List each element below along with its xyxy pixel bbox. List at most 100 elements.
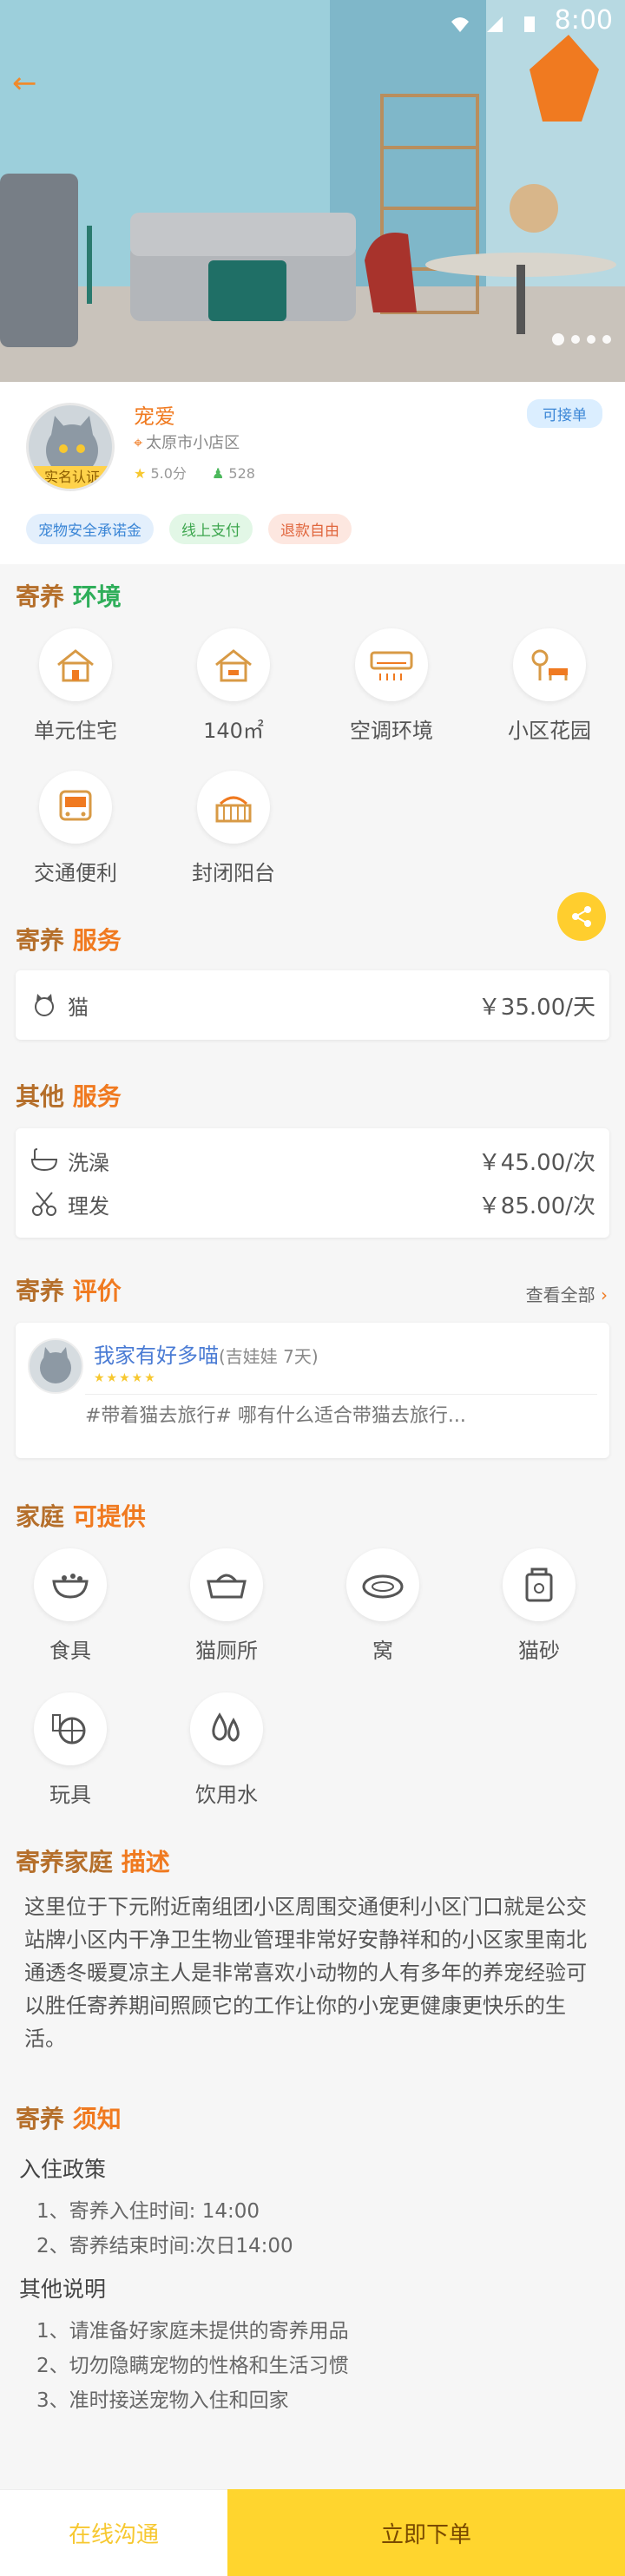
provide-label: 猫厕所 xyxy=(195,1639,258,1663)
water-drop-icon xyxy=(190,1692,263,1765)
status-bar: 8:00 xyxy=(0,0,625,40)
other-note-item: 3、准时接送宠物入住和回家 xyxy=(36,2389,289,2412)
env-item: 交通便利 xyxy=(2,771,149,886)
signal-icon xyxy=(485,10,504,32)
provide-item: 玩具 xyxy=(0,1692,144,1808)
order-now-button[interactable]: 立即下单 xyxy=(227,2489,625,2576)
service-row[interactable]: 理发 ￥85.00/次 xyxy=(16,1182,609,1226)
title-part: 寄养 xyxy=(16,1277,65,1305)
env-item: 140㎡ xyxy=(160,628,307,744)
description-text: 这里位于下元附近南组团小区周围交通便利小区门口就是公交站牌小区内干净卫生物业管理… xyxy=(24,1895,587,2051)
section-title-provide: 家庭 可提供 xyxy=(16,1498,146,1533)
litter-bag-icon xyxy=(503,1548,576,1621)
host-name: 宠爱 xyxy=(134,404,175,429)
policy-title: 入住政策 xyxy=(19,2157,107,2182)
other-notes-title: 其他说明 xyxy=(19,2277,107,2302)
air-conditioner-icon xyxy=(355,628,428,701)
carousel-dot[interactable] xyxy=(552,333,564,345)
carousel-dot[interactable] xyxy=(571,335,580,344)
host-location: ⌖ 太原市小店区 xyxy=(134,430,240,453)
env-label: 封闭阳台 xyxy=(192,861,275,885)
provide-item: 猫砂 xyxy=(465,1548,613,1664)
provide-label: 猫砂 xyxy=(518,1639,560,1663)
section-title-service: 寄养 服务 xyxy=(16,922,122,956)
bathtub-icon xyxy=(30,1147,59,1173)
carousel-dot[interactable] xyxy=(602,335,611,344)
house-icon xyxy=(39,628,112,701)
view-all-label: 查看全部 xyxy=(525,1285,595,1305)
env-item: 空调环境 xyxy=(318,628,465,744)
status-time: 8:00 xyxy=(554,4,613,36)
service-price: ￥45.00/次 xyxy=(477,1149,595,1176)
policy-item: 1、寄养入住时间: 14:00 xyxy=(36,2200,260,2223)
other-note-item: 1、请准备好家庭未提供的寄养用品 xyxy=(36,2320,349,2343)
reviewer-avatar xyxy=(28,1338,83,1394)
provide-item: 食具 xyxy=(0,1548,144,1664)
balcony-icon xyxy=(197,771,270,844)
hero-image xyxy=(0,0,625,382)
back-arrow-icon[interactable]: ← xyxy=(12,66,37,101)
env-label: 交通便利 xyxy=(34,861,117,885)
review-stars: ★★★★★ xyxy=(94,1371,157,1385)
scissors-icon xyxy=(30,1191,59,1217)
policy-item: 2、寄养结束时间:次日14:00 xyxy=(36,2235,293,2257)
env-label: 单元住宅 xyxy=(34,719,117,743)
service-row[interactable]: 洗澡 ￥45.00/次 xyxy=(16,1139,609,1182)
section-title-description: 寄养家庭 描述 xyxy=(16,1843,170,1878)
title-part: 寄养 xyxy=(16,2105,65,2133)
hero-banner[interactable] xyxy=(0,0,625,382)
review-text: #带着猫去旅行# 哪有什么适合带猫去旅行... xyxy=(85,1394,597,1428)
service-price: ￥85.00/次 xyxy=(477,1193,595,1219)
carousel-indicator[interactable] xyxy=(552,333,611,345)
chevron-right-icon: › xyxy=(601,1285,608,1305)
pet-bed-icon xyxy=(346,1548,419,1621)
garden-icon xyxy=(513,628,586,701)
service-name: 洗澡 xyxy=(68,1150,109,1175)
title-highlight: 服务 xyxy=(72,1082,122,1111)
env-label: 140㎡ xyxy=(203,719,264,743)
title-highlight: 服务 xyxy=(72,926,122,955)
online-chat-button[interactable]: 在线沟通 xyxy=(0,2489,227,2576)
host-stats: ★ 5.0分 ♟ 528 xyxy=(134,462,255,483)
carousel-dot[interactable] xyxy=(587,335,595,344)
service-row[interactable]: 猫 ￥35.00/天 xyxy=(16,983,609,1027)
title-highlight: 环境 xyxy=(72,582,122,611)
person-icon: ♟ xyxy=(211,465,225,482)
bus-icon xyxy=(39,771,112,844)
tag-online-pay: 线上支付 xyxy=(169,514,253,544)
env-label: 小区花园 xyxy=(508,719,591,743)
env-item: 小区花园 xyxy=(476,628,623,744)
cat-avatar-icon xyxy=(40,1347,71,1383)
reviewer-nickname: 我家有好多喵 xyxy=(94,1344,219,1368)
title-highlight: 可提供 xyxy=(72,1502,146,1531)
battery-icon xyxy=(520,10,539,32)
service-name: 理发 xyxy=(68,1193,109,1219)
section-title-environment: 寄养 环境 xyxy=(16,578,122,613)
location-text: 太原市小店区 xyxy=(146,434,240,452)
host-profile-card: 实名认证 宠爱 ⌖ 太原市小店区 ★ 5.0分 ♟ 528 可接单 宠物安全承诺金… xyxy=(0,382,625,564)
service-name: 猫 xyxy=(68,995,89,1020)
section-title-reviews: 寄养 评价 xyxy=(16,1272,122,1307)
rating-value: 5.0分 xyxy=(150,465,187,482)
service-price: ￥35.00/天 xyxy=(477,994,595,1021)
wifi-icon xyxy=(451,10,470,32)
env-label: 空调环境 xyxy=(350,719,433,743)
provide-label: 玩具 xyxy=(49,1783,91,1807)
review-card[interactable]: 我家有好多喵(吉娃娃 7天) ★★★★★ #带着猫去旅行# 哪有什么适合带猫去旅… xyxy=(16,1323,609,1458)
title-part: 寄养家庭 xyxy=(16,1848,114,1876)
provide-item: 饮用水 xyxy=(153,1692,300,1808)
title-part: 家庭 xyxy=(16,1502,65,1531)
share-button[interactable] xyxy=(557,892,606,941)
title-highlight: 描述 xyxy=(121,1848,170,1876)
litter-box-icon xyxy=(190,1548,263,1621)
section-title-other-service: 其他 服务 xyxy=(16,1078,122,1113)
location-pin-icon: ⌖ xyxy=(134,434,143,452)
title-part: 寄养 xyxy=(16,582,65,611)
title-part: 寄养 xyxy=(16,926,65,955)
other-note-item: 2、切勿隐瞒宠物的性格和生活习惯 xyxy=(36,2355,349,2377)
provide-label: 饮用水 xyxy=(195,1783,258,1807)
view-all-reviews-link[interactable]: 查看全部 › xyxy=(526,1281,608,1306)
share-icon xyxy=(572,906,591,927)
avatar[interactable]: 实名认证 xyxy=(26,403,115,491)
title-highlight: 须知 xyxy=(72,2105,122,2133)
